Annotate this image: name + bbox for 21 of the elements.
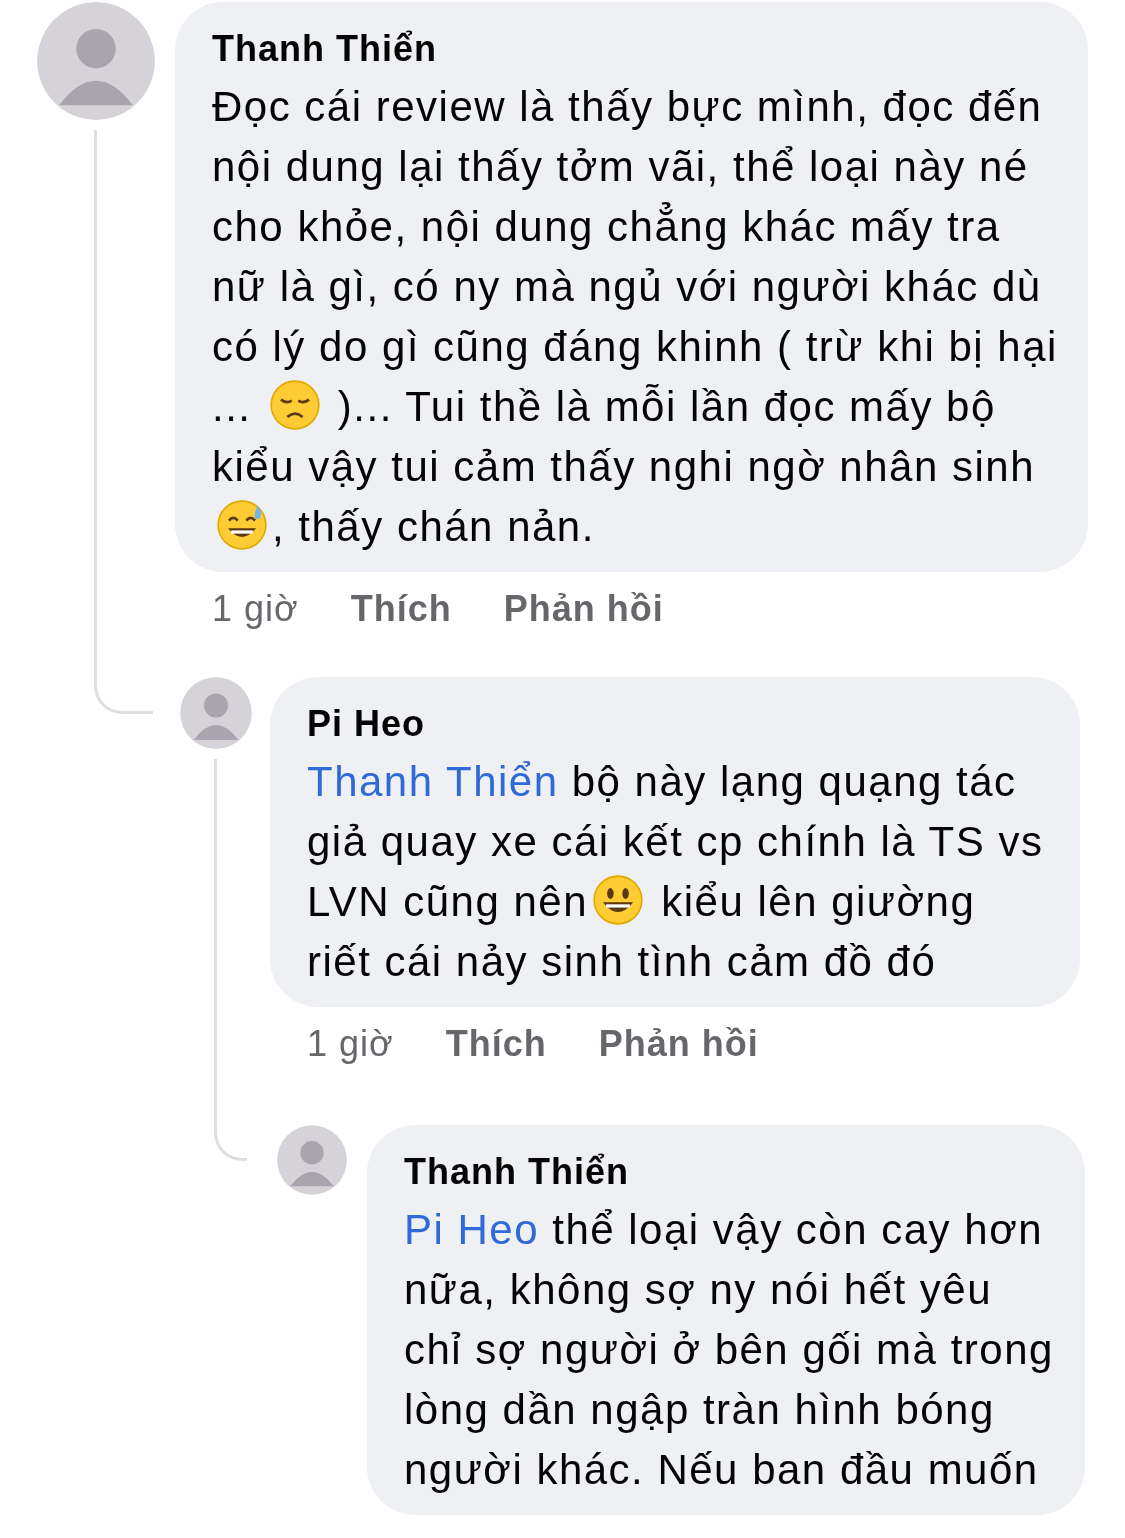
author-name[interactable]: Thanh Thiển: [404, 1147, 1055, 1197]
mention-link[interactable]: Pi Heo: [404, 1206, 540, 1253]
comment-text: Pi Heo thể loại vậy còn cay hơn nữa, không sợ ny nói hết yêu chỉ sợ người ở bên gối mà trong lòng dần ngập tràn hình bóng người khác. Nếu ban đầu muốn: [404, 1205, 1055, 1495]
like-link[interactable]: Thích: [350, 584, 452, 634]
like-link[interactable]: Thích: [445, 1019, 547, 1069]
timestamp: 1 giờ: [212, 587, 299, 631]
avatar: [277, 1125, 347, 1195]
author-name[interactable]: Pi Heo: [307, 699, 1050, 749]
connector-line: [214, 1125, 247, 1161]
reply-link[interactable]: Phản hồi: [598, 1019, 759, 1069]
reply-link[interactable]: Phản hồi: [503, 584, 664, 634]
timestamp: 1 giờ: [307, 1022, 394, 1066]
avatar: [180, 677, 252, 749]
mention-link[interactable]: Thanh Thiển: [307, 758, 559, 805]
sad-face-icon: [268, 379, 321, 431]
connector-line: [94, 677, 153, 714]
smiley-icon: [592, 874, 645, 926]
author-name[interactable]: Thanh Thiển: [212, 24, 1058, 74]
sweat-smile-icon: [216, 499, 268, 551]
comment-text: Thanh Thiển bộ này lạng quạng tác giả quay xe cái kết cp chính là TS vs LVN cũng nên kiểu lên giường riết cái nảy sinh tình cảm đồ đó: [307, 757, 1045, 987]
comment-text: Đọc cái review là thấy bực mình, đọc đến nội dung lại thấy tởm vãi, thể loại này né cho khỏe, nội dung chẳng khác mấy tra nữ là gì, có ny mà ngủ với người khác dù có lý do gì cũng đáng khinh ( trừ khi bị hại ... )... Tui thề là mỗi lần đọc mấy bộ kiểu vậy tui cảm thấy nghi ngờ nhân sinh , thấy chán nản.: [212, 82, 1058, 553]
